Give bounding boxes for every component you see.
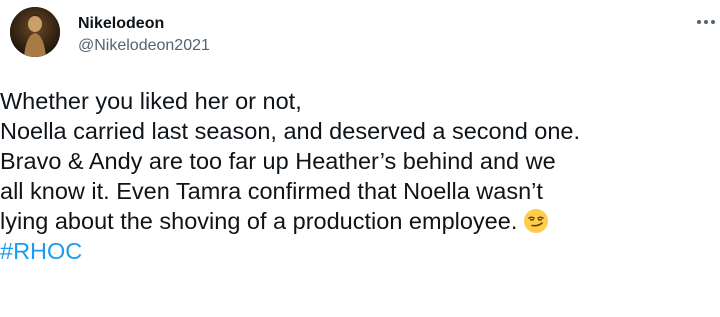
more-options-button[interactable] — [694, 14, 718, 34]
tweet-text-line: Noella carried last season, and deserved… — [0, 116, 720, 146]
tweet-text-line-content: all know it. Even Tamra confirmed that N… — [0, 178, 543, 204]
tweet-text-line-content: Whether you liked her or not, — [0, 88, 302, 114]
avatar-image-icon — [10, 7, 60, 57]
author-avatar[interactable] — [10, 7, 60, 57]
tweet-text-line: Bravo & Andy are too far up Heather’s be… — [0, 146, 720, 176]
author-info: Nikelodeon @Nikelodeon2021 — [78, 14, 210, 55]
author-display-name[interactable]: Nikelodeon — [78, 14, 210, 33]
tweet-text: Whether you liked her or not, Noella car… — [0, 86, 720, 266]
author-handle[interactable]: @Nikelodeon2021 — [78, 36, 210, 55]
tweet-text-line-content: Bravo & Andy are too far up Heather’s be… — [0, 148, 556, 174]
tweet-card: Nikelodeon @Nikelodeon2021 Whether you l… — [0, 0, 720, 317]
tweet-text-line-content: lying about the shoving of a production … — [0, 208, 518, 234]
smirking-face-emoji-icon — [524, 209, 549, 233]
tweet-text-line: Whether you liked her or not, — [0, 86, 720, 116]
more-horizontal-icon — [697, 20, 715, 24]
tweet-text-line-content: Noella carried last season, and deserved… — [0, 118, 581, 144]
tweet-text-line: lying about the shoving of a production … — [0, 206, 720, 236]
tweet-hashtag-line: #RHOC — [0, 236, 720, 266]
hashtag-link[interactable]: #RHOC — [0, 238, 82, 264]
tweet-text-line: all know it. Even Tamra confirmed that N… — [0, 176, 720, 206]
